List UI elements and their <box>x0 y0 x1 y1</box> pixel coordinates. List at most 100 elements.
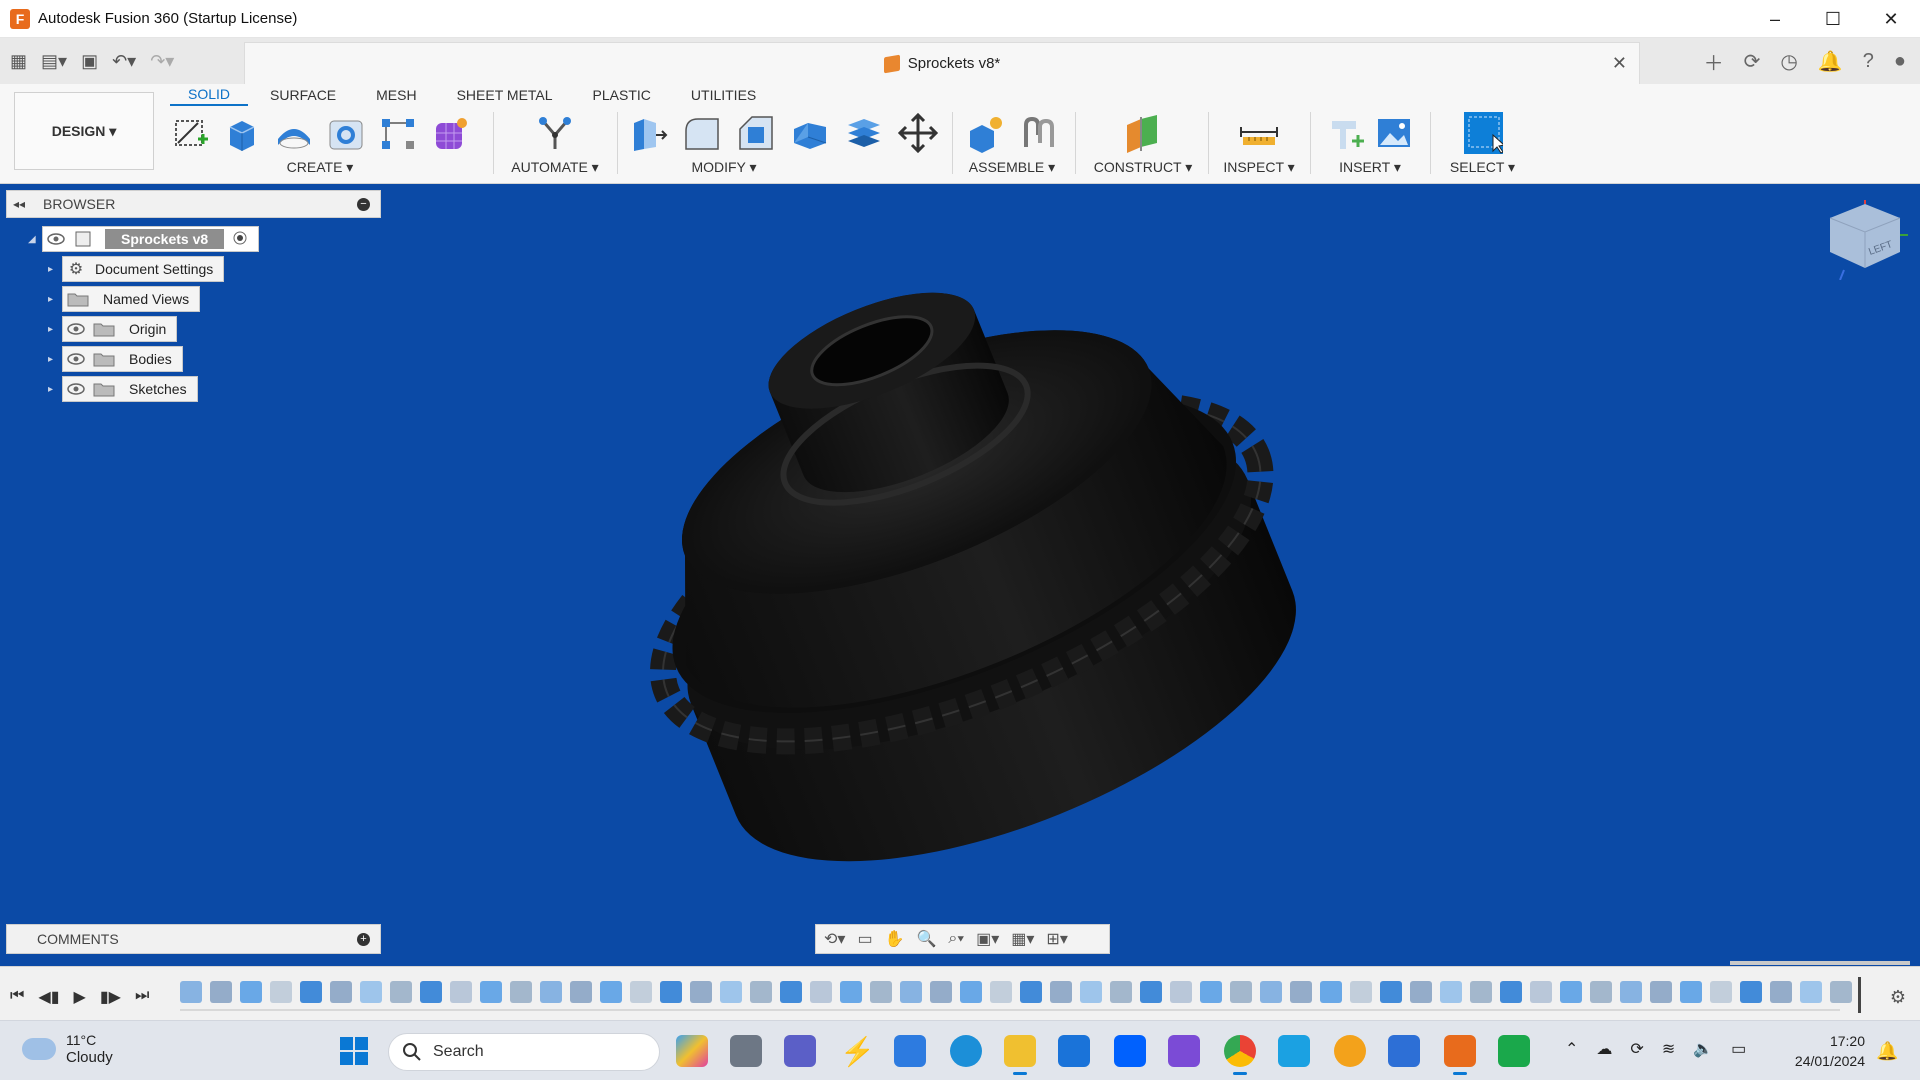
combine-icon[interactable] <box>844 113 884 153</box>
timeline-feature-icon[interactable] <box>570 981 592 1003</box>
timeline-feature-icon[interactable] <box>210 981 232 1003</box>
expand-arrow-icon[interactable]: ▸ <box>48 264 62 275</box>
eye-icon[interactable] <box>65 378 87 400</box>
timeline-feature-icon[interactable] <box>420 981 442 1003</box>
show-hidden-icons-chevron-icon[interactable]: ⌃ <box>1565 1039 1578 1059</box>
expand-arrow-icon[interactable]: ▸ <box>48 324 62 335</box>
timeline-feature-icon[interactable] <box>360 981 382 1003</box>
timeline-feature-icon[interactable] <box>870 981 892 1003</box>
fillet-icon[interactable] <box>682 113 722 153</box>
insert-image-icon[interactable] <box>1374 113 1414 153</box>
clipchamp-app-icon[interactable] <box>1168 1035 1200 1067</box>
timeline-feature-icon[interactable] <box>1020 981 1042 1003</box>
expand-arrow-icon[interactable]: ▸ <box>48 384 62 395</box>
tab-utilities[interactable]: UTILITIES <box>673 84 774 106</box>
fit-zoom-icon[interactable]: ⌕▾ <box>948 930 964 948</box>
timeline-feature-icon[interactable] <box>1740 981 1762 1003</box>
job-status-icon[interactable]: ◷ <box>1780 49 1797 74</box>
expand-arrow-icon[interactable]: ▸ <box>48 294 62 305</box>
timeline-feature-icon[interactable] <box>240 981 262 1003</box>
norton-app-icon[interactable] <box>1334 1035 1366 1067</box>
hole-icon[interactable] <box>326 113 366 153</box>
timeline-feature-icon[interactable] <box>1530 981 1552 1003</box>
orbit-icon[interactable]: ⟲▾ <box>824 929 845 949</box>
timeline-feature-icon[interactable] <box>330 981 352 1003</box>
timeline-feature-icon[interactable] <box>750 981 772 1003</box>
tab-sheet-metal[interactable]: SHEET METAL <box>439 84 571 106</box>
zoom-icon[interactable]: 🔍 <box>916 929 936 949</box>
close-tab-icon[interactable]: ✕ <box>1612 53 1627 74</box>
timeline-feature-icon[interactable] <box>1050 981 1072 1003</box>
notifications-bell-icon[interactable]: 🔔 <box>1818 49 1843 74</box>
timeline-feature-icon[interactable] <box>1440 981 1462 1003</box>
browser-item-document-settings[interactable]: ▸ ⚙ Document Settings <box>48 256 225 282</box>
close-window-button[interactable]: ✕ <box>1862 0 1920 38</box>
timeline-feature-icon[interactable] <box>810 981 832 1003</box>
automate-icon[interactable] <box>535 113 575 153</box>
workspace-switcher-button[interactable]: DESIGN ▾ <box>14 92 154 170</box>
extensions-icon[interactable]: ⟳ <box>1744 49 1761 74</box>
sprocket-model[interactable] <box>0 184 1920 966</box>
browser-item-origin[interactable]: ▸ Origin <box>48 316 178 342</box>
move-copy-icon[interactable] <box>898 113 938 153</box>
display-settings-icon[interactable]: ▣▾ <box>976 929 999 949</box>
browser-minimize-icon[interactable]: − <box>357 197 370 211</box>
collapse-panel-icon[interactable]: ◂◂ <box>13 197 35 211</box>
minimize-button[interactable]: – <box>1746 0 1804 38</box>
create-group-label[interactable]: CREATE ▾ <box>170 159 470 176</box>
select-group-label[interactable]: SELECT ▾ <box>1440 159 1525 176</box>
joint-icon[interactable] <box>1018 113 1058 153</box>
edge-app-icon[interactable] <box>950 1035 982 1067</box>
viewports-icon[interactable]: ⊞▾ <box>1046 929 1067 949</box>
wifi-icon[interactable]: ≋ <box>1662 1039 1675 1059</box>
redo-icon[interactable]: ↷▾ <box>150 51 174 72</box>
clock[interactable]: 17:20 24/01/2024 <box>1785 1031 1865 1071</box>
sync-icon[interactable]: ⟳ <box>1630 1039 1643 1059</box>
eye-icon[interactable] <box>65 348 87 370</box>
timeline-feature-icon[interactable] <box>1320 981 1342 1003</box>
modify-group-label[interactable]: MODIFY ▾ <box>568 159 880 176</box>
timeline-feature-icon[interactable] <box>1680 981 1702 1003</box>
file-menu-icon[interactable]: ▤▾ <box>41 51 67 72</box>
store-app-icon[interactable] <box>894 1035 926 1067</box>
timeline-feature-icon[interactable] <box>300 981 322 1003</box>
timeline-feature-icon[interactable] <box>1200 981 1222 1003</box>
bolt-app-icon[interactable]: ⚡ <box>840 1035 875 1067</box>
select-window-icon[interactable] <box>1463 112 1503 154</box>
timeline-feature-icon[interactable] <box>450 981 472 1003</box>
timeline-feature-icon[interactable] <box>480 981 502 1003</box>
chamfer-icon[interactable] <box>736 113 776 153</box>
user-avatar-icon[interactable]: ● <box>1894 50 1906 73</box>
play-icon[interactable]: ▶ <box>74 987 86 1007</box>
weather-widget[interactable]: 11°C Cloudy <box>22 1031 113 1067</box>
shell-icon[interactable] <box>790 113 830 153</box>
battery-icon[interactable]: ▭ <box>1731 1039 1746 1059</box>
add-comment-icon[interactable]: + <box>357 932 370 946</box>
timeline-feature-icon[interactable] <box>660 981 682 1003</box>
tab-plastic[interactable]: PLASTIC <box>575 84 669 106</box>
onedrive-cloud-icon[interactable]: ☁ <box>1596 1039 1612 1059</box>
viewcube[interactable]: LEFT <box>1820 200 1910 281</box>
grid-settings-icon[interactable]: ▦▾ <box>1011 929 1034 949</box>
timeline-feature-icon[interactable] <box>390 981 412 1003</box>
timeline-feature-icon[interactable] <box>1290 981 1312 1003</box>
maximize-button[interactable]: ☐ <box>1804 0 1862 38</box>
inspect-group-label[interactable]: INSPECT ▾ <box>1218 159 1300 176</box>
timeline-feature-icon[interactable] <box>1650 981 1672 1003</box>
timeline-feature-icon[interactable] <box>1710 981 1732 1003</box>
app-grid-icon[interactable]: ▦ <box>10 51 27 72</box>
collapse-arrow-icon[interactable]: ◢ <box>28 234 42 245</box>
volume-icon[interactable]: 🔈 <box>1693 1039 1713 1059</box>
timeline-feature-icon[interactable] <box>510 981 532 1003</box>
help-icon[interactable]: ? <box>1863 50 1874 73</box>
tab-mesh[interactable]: MESH <box>358 84 434 106</box>
undo-icon[interactable]: ↶▾ <box>112 51 136 72</box>
eye-icon[interactable] <box>45 228 67 250</box>
timeline-feature-icon[interactable] <box>1500 981 1522 1003</box>
pan-hand-icon[interactable]: ✋ <box>885 929 905 949</box>
tab-solid[interactable]: SOLID <box>170 84 249 106</box>
teams-app-icon[interactable] <box>784 1035 816 1067</box>
timeline-feature-icon[interactable] <box>690 981 712 1003</box>
timeline-feature-icon[interactable] <box>180 981 202 1003</box>
create-form-icon[interactable] <box>430 113 470 153</box>
